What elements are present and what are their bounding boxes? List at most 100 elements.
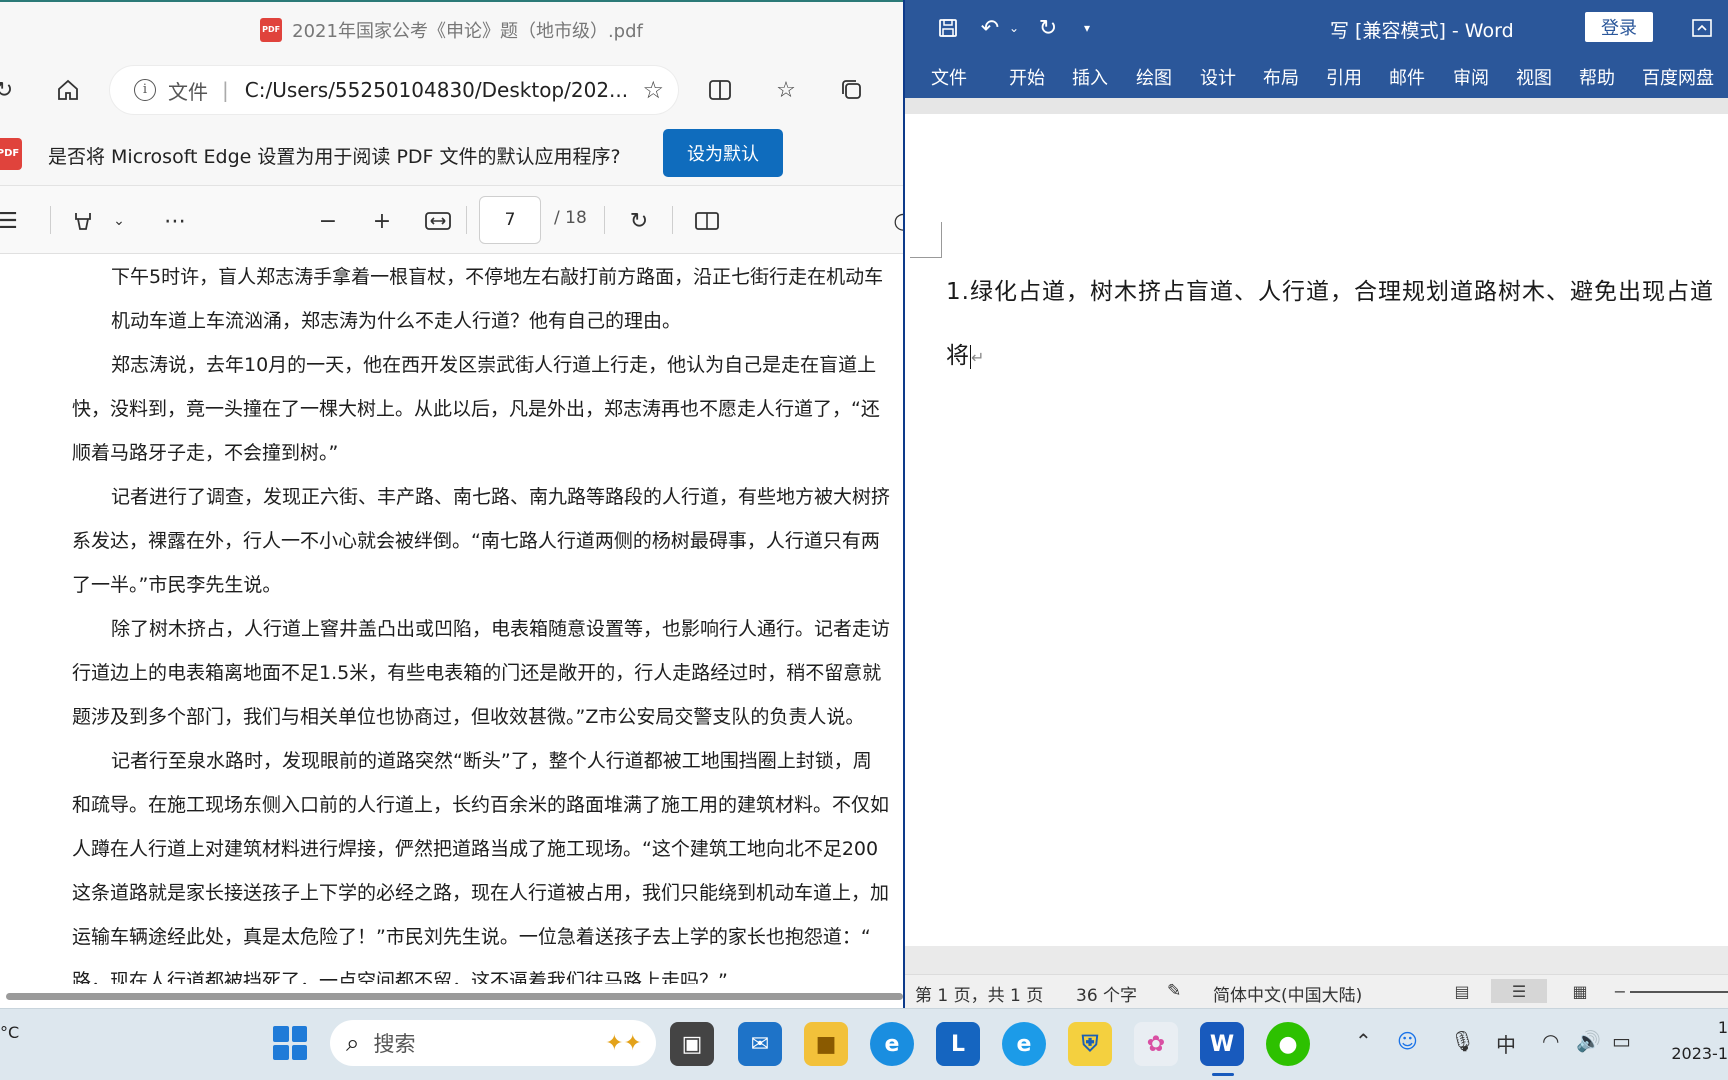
search-highlight-icon: ✦✦ <box>605 1030 642 1056</box>
page-view-icon[interactable] <box>690 204 724 238</box>
microsoft-edge-icon[interactable]: e <box>1002 1022 1046 1066</box>
status-page-count[interactable]: 第 1 页，共 1 页 <box>915 981 1043 1006</box>
favorites-icon[interactable]: ☆ <box>768 72 804 108</box>
rotate-icon[interactable]: ↻ <box>622 204 656 238</box>
document-line-1[interactable]: 1.绿化占道，树木挤占盲道、人行道，合理规划道路树木、避免出现占道 <box>946 272 1714 306</box>
scrollbar-thumb[interactable] <box>6 993 903 1000</box>
page-number-input[interactable]: 7 <box>479 196 541 244</box>
table-of-contents-icon[interactable]: ☰ <box>0 204 22 238</box>
tray-app-icon[interactable]: ☺ <box>1397 1029 1418 1053</box>
undo-icon[interactable]: ↶ <box>975 13 1005 43</box>
tab-mailings[interactable]: 邮件 <box>1389 64 1425 90</box>
security-shield-icon[interactable]: ⛨ <box>1068 1022 1112 1066</box>
word-document-title: 写 [兼容模式] - Word <box>1330 20 1514 42</box>
windows-taskbar: °C ⌕ 搜索 ✦✦ ▣ ✉ ■ e L e ⛨ ✿ W ● ⌃ ☺ 🎙 中 ◠… <box>0 1008 1728 1080</box>
fit-width-icon[interactable] <box>421 204 455 238</box>
ribbon-display-icon[interactable] <box>1687 13 1717 43</box>
zoom-in-icon[interactable]: + <box>367 204 397 238</box>
edge-legacy-icon[interactable]: e <box>870 1022 914 1066</box>
zoom-slider[interactable] <box>1630 991 1728 993</box>
web-layout-icon[interactable]: ▦ <box>1565 979 1595 1003</box>
word-document-page[interactable]: 1.绿化占道，树木挤占盲道、人行道，合理规划道路树木、避免出现占道 将↵ <box>905 114 1728 946</box>
pdf-line: 行道边上的电表箱离地面不足1.5米，有些电表箱的门还是敞开的，行人走路经过时，稍… <box>72 662 882 684</box>
document-line-2[interactable]: 将↵ <box>946 336 985 370</box>
proofing-icon[interactable]: ✎ <box>1167 981 1181 1001</box>
tab-home[interactable]: 开始 <box>1009 64 1045 90</box>
tab-draw[interactable]: 绘图 <box>1136 64 1172 90</box>
word-horizontal-scroll-area[interactable] <box>905 946 1728 974</box>
edge-window: PDF 2021年国家公考《申论》题（地市级）.pdf ↻ i 文件 | C:/… <box>0 0 903 1008</box>
address-url[interactable]: C:/Users/55250104830/Desktop/202... <box>245 78 635 102</box>
refresh-icon[interactable]: ↻ <box>0 72 22 108</box>
pdf-line: 了一半。”市民李先生说。 <box>72 574 282 596</box>
pdf-line: 除了树木挤占，人行道上窨井盖凸出或凹陷，电表箱随意设置等，也影响行人通行。记者走… <box>111 618 891 640</box>
edge-title-bar: PDF 2021年国家公考《申论》题（地市级）.pdf <box>0 2 903 58</box>
favorite-star-icon[interactable]: ☆ <box>642 76 664 104</box>
wechat-icon[interactable]: ● <box>1266 1022 1310 1066</box>
tab-help[interactable]: 帮助 <box>1579 64 1615 90</box>
clock-time: 1 <box>1717 1018 1728 1037</box>
undo-dropdown-icon[interactable]: ⌄ <box>1005 13 1023 43</box>
zoom-out-icon[interactable]: − <box>313 204 343 238</box>
tab-design[interactable]: 设计 <box>1200 64 1236 90</box>
word-ruler <box>905 98 1728 114</box>
tab-file[interactable]: 文件 <box>931 64 967 90</box>
file-explorer-icon[interactable]: ■ <box>804 1022 848 1066</box>
pdf-line: 人蹲在人行道上对建筑材料进行焊接，俨然把道路当成了施工现场。“这个建筑工地向北不… <box>72 838 879 860</box>
ime-indicator[interactable]: 中 <box>1496 1029 1516 1058</box>
status-word-count[interactable]: 36 个字 <box>1076 981 1137 1006</box>
read-mode-icon[interactable]: ▤ <box>1447 979 1477 1003</box>
tab-insert[interactable]: 插入 <box>1072 64 1108 90</box>
toolbar-divider <box>466 206 467 234</box>
save-icon[interactable] <box>933 13 963 43</box>
tab-layout[interactable]: 布局 <box>1263 64 1299 90</box>
show-hidden-icons-icon[interactable]: ⌃ <box>1355 1029 1372 1053</box>
pdf-line: 记者行至泉水路时，发现眼前的道路突然“断头”了，整个人行道都被工地围挡圈上封锁，… <box>111 750 872 772</box>
search-icon[interactable]: ○ <box>893 204 903 238</box>
system-clock[interactable]: 1 2023-1 <box>1660 1015 1728 1067</box>
wifi-icon[interactable]: ◠ <box>1542 1029 1559 1053</box>
tab-baidu-netdisk[interactable]: 百度网盘 <box>1642 64 1714 90</box>
status-language[interactable]: 简体中文(中国大陆) <box>1213 981 1362 1006</box>
baidu-netdisk-icon[interactable]: ✿ <box>1134 1022 1178 1066</box>
home-icon[interactable] <box>50 72 86 108</box>
pdf-line: 这条道路就是家长接送孩子上下学的必经之路，现在人行道被占用，我们只能绕到机动车道… <box>72 882 890 904</box>
collections-icon[interactable] <box>834 72 870 108</box>
weather-widget[interactable]: °C <box>0 1023 19 1042</box>
split-screen-icon[interactable] <box>702 72 738 108</box>
tab-view[interactable]: 视图 <box>1516 64 1552 90</box>
start-logo-pane <box>291 1026 307 1042</box>
more-options-icon[interactable]: ⋯ <box>158 204 192 238</box>
word-app-icon[interactable]: W <box>1200 1022 1244 1066</box>
login-button[interactable]: 登录 <box>1585 12 1653 42</box>
address-bar[interactable]: i 文件 | C:/Users/55250104830/Desktop/202.… <box>110 66 678 114</box>
taskbar-search[interactable]: ⌕ 搜索 ✦✦ <box>330 1020 656 1066</box>
volume-icon[interactable]: 🔊 <box>1576 1029 1601 1053</box>
toolbar-divider <box>604 206 605 234</box>
print-layout-icon[interactable]: ☰ <box>1491 979 1547 1003</box>
chevron-down-icon[interactable]: ⌄ <box>108 204 130 238</box>
task-view-icon[interactable]: ▣ <box>670 1022 714 1066</box>
pdf-line: 顺着马路牙子走，不会撞到树。” <box>72 442 339 464</box>
pdf-line: 题涉及到多个部门，我们与相关单位也协商过，但收效甚微。”Z市公安局交警支队的负责… <box>72 706 865 728</box>
pdf-line: 系发达，裸露在外，行人一不小心就会被绊倒。“南七路人行道两侧的杨树最碍事，人行道… <box>72 530 880 552</box>
pdf-line: 郑志涛说，去年10月的一天，他在西开发区崇武街人行道上行走，他认为自己是走在盲道… <box>111 354 877 376</box>
lenovo-app-icon[interactable]: L <box>936 1022 980 1066</box>
margin-marker <box>941 222 942 258</box>
word-status-bar: 第 1 页，共 1 页 36 个字 ✎ 简体中文(中国大陆) ▤ ☰ ▦ − <box>905 974 1728 1008</box>
highlight-icon[interactable] <box>66 204 100 238</box>
pdf-line: 路，现在人行道都被挡死了，一点空间都不留，这不逼着我们往马路上走吗？” <box>72 970 728 984</box>
mail-icon[interactable]: ✉ <box>738 1022 782 1066</box>
info-icon[interactable]: i <box>134 79 156 101</box>
document-text: 将 <box>946 343 970 369</box>
active-app-indicator <box>1212 1073 1234 1076</box>
horizontal-scrollbar[interactable] <box>0 990 903 1002</box>
customize-toolbar-icon[interactable]: ▾ <box>1077 13 1097 43</box>
set-default-button[interactable]: 设为默认 <box>663 129 783 177</box>
battery-icon[interactable]: ▭ <box>1612 1029 1631 1053</box>
tab-references[interactable]: 引用 <box>1326 64 1362 90</box>
redo-icon[interactable]: ↻ <box>1033 13 1063 43</box>
start-button[interactable] <box>270 1023 310 1063</box>
tab-review[interactable]: 审阅 <box>1453 64 1489 90</box>
microphone-icon[interactable]: 🎙 <box>1450 1029 1475 1053</box>
